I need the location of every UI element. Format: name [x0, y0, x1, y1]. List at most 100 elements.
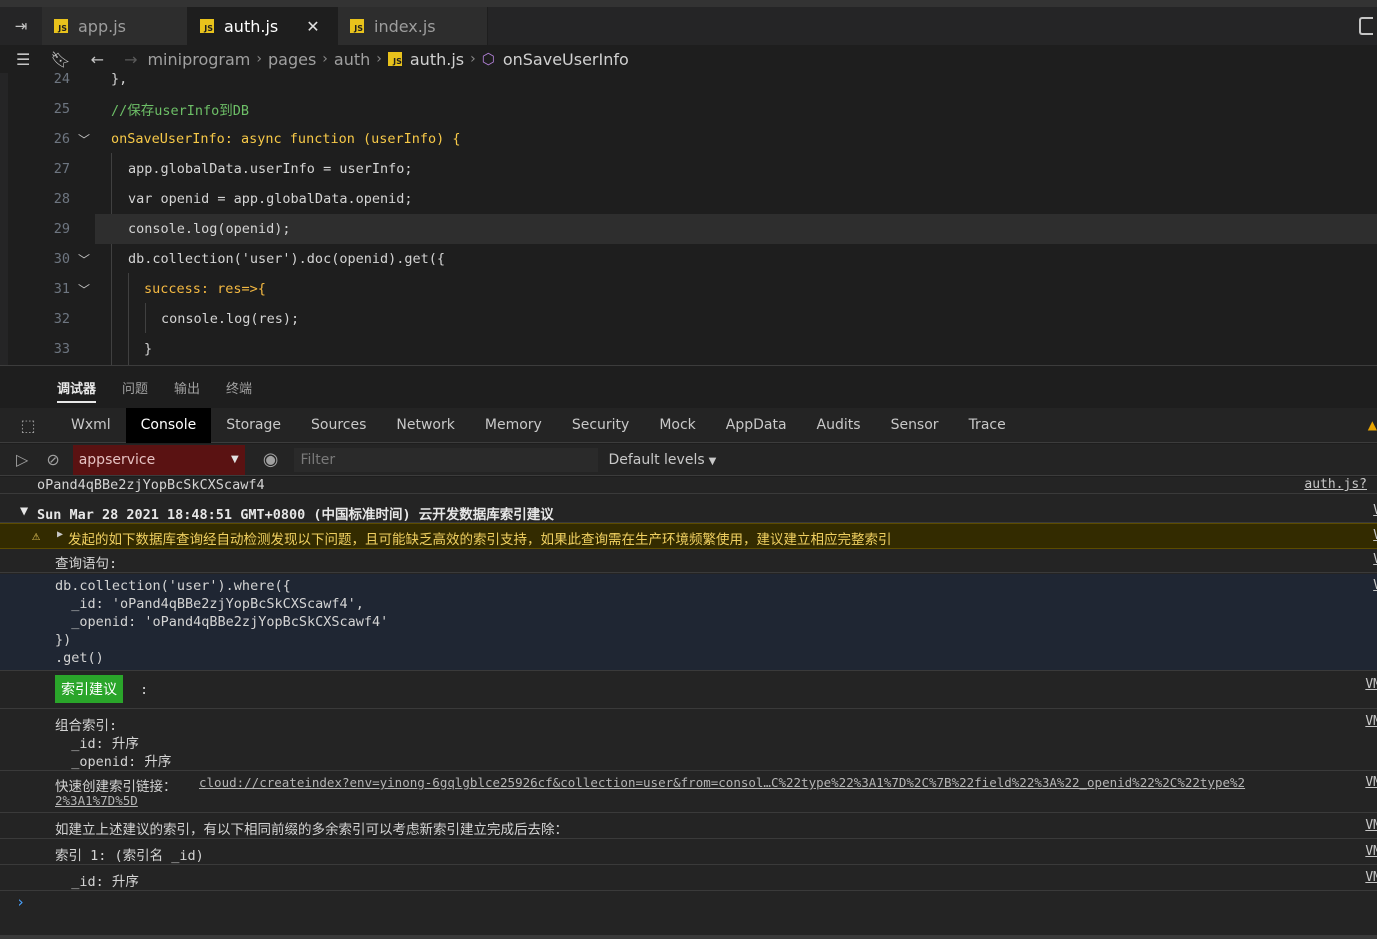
code-line: 29 console.log(openid); — [8, 214, 1377, 244]
tab-problems[interactable]: 问题 — [122, 372, 148, 403]
console-toolbar: ▷ ⊘ appservice ▼ ◉ Default levels▼ — [0, 444, 1377, 476]
tab-audits[interactable]: Audits — [802, 408, 876, 443]
code-text: onSaveUserInfo: async function (userInfo… — [111, 131, 461, 147]
tab-wxml[interactable]: Wxml — [56, 408, 126, 443]
tab-output[interactable]: 输出 — [174, 372, 200, 403]
js-file-icon: JS — [350, 19, 364, 33]
close-tab-icon[interactable]: ✕ — [306, 17, 319, 36]
tab-storage[interactable]: Storage — [211, 408, 296, 443]
code-line: 28 var openid = app.globalData.openid; — [8, 184, 1377, 214]
js-file-icon: JS — [54, 19, 68, 33]
code-editor[interactable]: 24 }, 25 //保存userInfo到DB 26 ﹀ onSaveUser… — [0, 73, 1377, 365]
context-select[interactable]: appservice ▼ — [72, 444, 245, 475]
tab-label: auth.js — [224, 16, 279, 36]
console-group-header[interactable]: ▼ Sun Mar 28 2021 18:48:51 GMT+0800 (中国标… — [0, 499, 1377, 523]
group-title: Sun Mar 28 2021 18:48:51 GMT+0800 (中国标准时… — [37, 507, 554, 523]
list-icon[interactable]: ☰ — [16, 50, 30, 69]
tab-network[interactable]: Network — [381, 408, 469, 443]
tab-security[interactable]: Security — [557, 408, 645, 443]
clear-console-icon[interactable]: ⊘ — [46, 450, 59, 469]
console-prompt-icon[interactable]: › — [16, 893, 25, 911]
eye-icon[interactable]: ◉ — [263, 449, 279, 470]
back-arrow-icon[interactable]: ← — [91, 50, 104, 69]
breadcrumb-item[interactable]: onSaveUserInfo — [503, 50, 629, 69]
line-number: 33 — [53, 341, 70, 357]
create-index-link-continued[interactable]: 2%3A1%7D%5D — [55, 793, 138, 808]
index-suggestion-badge: 索引建议 — [55, 675, 123, 703]
log-text: 如建立上述建议的索引，有以下相同前缀的多余索引可以考虑新索引建立完成后去除： — [55, 822, 568, 838]
source-link[interactable]: VM — [1365, 844, 1377, 859]
breadcrumb-item[interactable]: auth.js — [410, 50, 464, 69]
breadcrumb-item[interactable]: miniprogram — [147, 50, 250, 69]
create-index-link[interactable]: cloud://createindex?env=yinong-6gqlgblce… — [199, 775, 1245, 790]
code-line: 26 ﹀ onSaveUserInfo: async function (use… — [8, 124, 1377, 154]
breadcrumb-item[interactable]: auth — [334, 50, 370, 69]
collapse-sidebar-icon[interactable]: ⇥ — [0, 7, 42, 45]
source-link[interactable]: V — [1373, 552, 1377, 567]
forward-arrow-icon[interactable]: → — [124, 50, 137, 69]
fold-chevron-icon[interactable]: ﹀ — [78, 251, 90, 268]
bottom-scrollbar[interactable] — [0, 935, 1377, 939]
tab-mock[interactable]: Mock — [644, 408, 710, 443]
js-file-icon: JS — [200, 19, 214, 33]
caret-down-icon: ▼ — [231, 454, 239, 465]
inspect-element-icon[interactable]: ⬚ — [0, 416, 56, 435]
chevron-right-icon: › — [470, 51, 476, 67]
log-levels-dropdown[interactable]: Default levels ▼ — [608, 452, 716, 468]
code-text: app.globalData.userInfo = userInfo; — [128, 161, 413, 177]
source-link[interactable]: auth.js? — [1304, 477, 1367, 492]
source-link[interactable]: VM — [1365, 818, 1377, 833]
expand-triangle-icon[interactable]: ▶ — [57, 529, 63, 540]
source-link[interactable]: VM — [1365, 677, 1377, 692]
filter-input[interactable] — [294, 447, 599, 472]
console-log-row: _id: 升序 VM — [0, 865, 1377, 891]
line-number: 31 — [53, 281, 70, 297]
js-file-icon: JS — [387, 52, 402, 66]
tab-sources[interactable]: Sources — [296, 408, 381, 443]
expand-triangle-icon[interactable]: ▼ — [20, 503, 28, 519]
line-number: 27 — [53, 161, 70, 177]
source-link[interactable]: VM — [1365, 714, 1377, 729]
console-log-row: oPand4qBBe2zjYopBcSkCXScawf4 auth.js? — [0, 477, 1377, 494]
tab-auth-js[interactable]: JS auth.js ✕ — [188, 7, 338, 45]
source-link[interactable]: VM — [1365, 775, 1377, 790]
warning-icon[interactable]: ▲ — [1368, 418, 1377, 432]
split-editor-icon[interactable] — [1359, 17, 1373, 35]
tab-sensor[interactable]: Sensor — [876, 408, 954, 443]
editor-left-border — [0, 73, 8, 365]
line-number: 28 — [53, 191, 70, 207]
log-text: _openid: 升序 — [55, 754, 172, 770]
code-line: 32 console.log(res); — [8, 304, 1377, 334]
tab-memory[interactable]: Memory — [470, 408, 557, 443]
line-number: 24 — [53, 73, 70, 87]
log-levels-label: Default levels — [608, 451, 705, 468]
tab-label: index.js — [374, 16, 436, 36]
console-log-row: 快速创建索引链接： cloud://createindex?env=yinong… — [0, 771, 1377, 813]
source-link[interactable]: V — [1373, 578, 1377, 593]
console-query-block: db.collection('user').where({ _id: 'oPan… — [0, 574, 1377, 671]
code-text: var openid = app.globalData.openid; — [128, 191, 413, 207]
console-log-row: 索引 1: (索引名 _id) VM — [0, 839, 1377, 865]
line-number: 26 — [53, 131, 70, 147]
source-link[interactable]: V — [1373, 503, 1377, 518]
tab-trace[interactable]: Trace — [954, 408, 1021, 443]
bookmark-icon[interactable]: 🔖︎ — [50, 50, 70, 69]
code-text: console.log(openid); — [128, 221, 291, 237]
tab-debugger[interactable]: 调试器 — [57, 372, 97, 403]
breadcrumb-item[interactable]: pages — [268, 50, 316, 69]
sidebar-toggle-icon[interactable]: ▷ — [16, 450, 28, 469]
query-line: _id: 'oPand4qBBe2zjYopBcSkCXScawf4', — [55, 596, 364, 612]
log-text: oPand4qBBe2zjYopBcSkCXScawf4 — [37, 477, 265, 493]
tab-console[interactable]: Console — [125, 407, 212, 443]
tab-app-js[interactable]: JS app.js — [42, 7, 188, 45]
warning-triangle-icon: ⚠ — [32, 528, 41, 544]
source-link[interactable]: VM — [1365, 870, 1377, 885]
query-line: db.collection('user').where({ — [55, 578, 291, 594]
fold-chevron-icon[interactable]: ﹀ — [78, 131, 90, 148]
console-output[interactable]: oPand4qBBe2zjYopBcSkCXScawf4 auth.js? ▼ … — [0, 477, 1377, 939]
tab-appdata[interactable]: AppData — [711, 408, 802, 443]
source-link[interactable]: V — [1373, 528, 1377, 543]
tab-terminal[interactable]: 终端 — [226, 372, 252, 403]
tab-index-js[interactable]: JS index.js — [338, 7, 488, 45]
fold-chevron-icon[interactable]: ﹀ — [78, 281, 90, 298]
